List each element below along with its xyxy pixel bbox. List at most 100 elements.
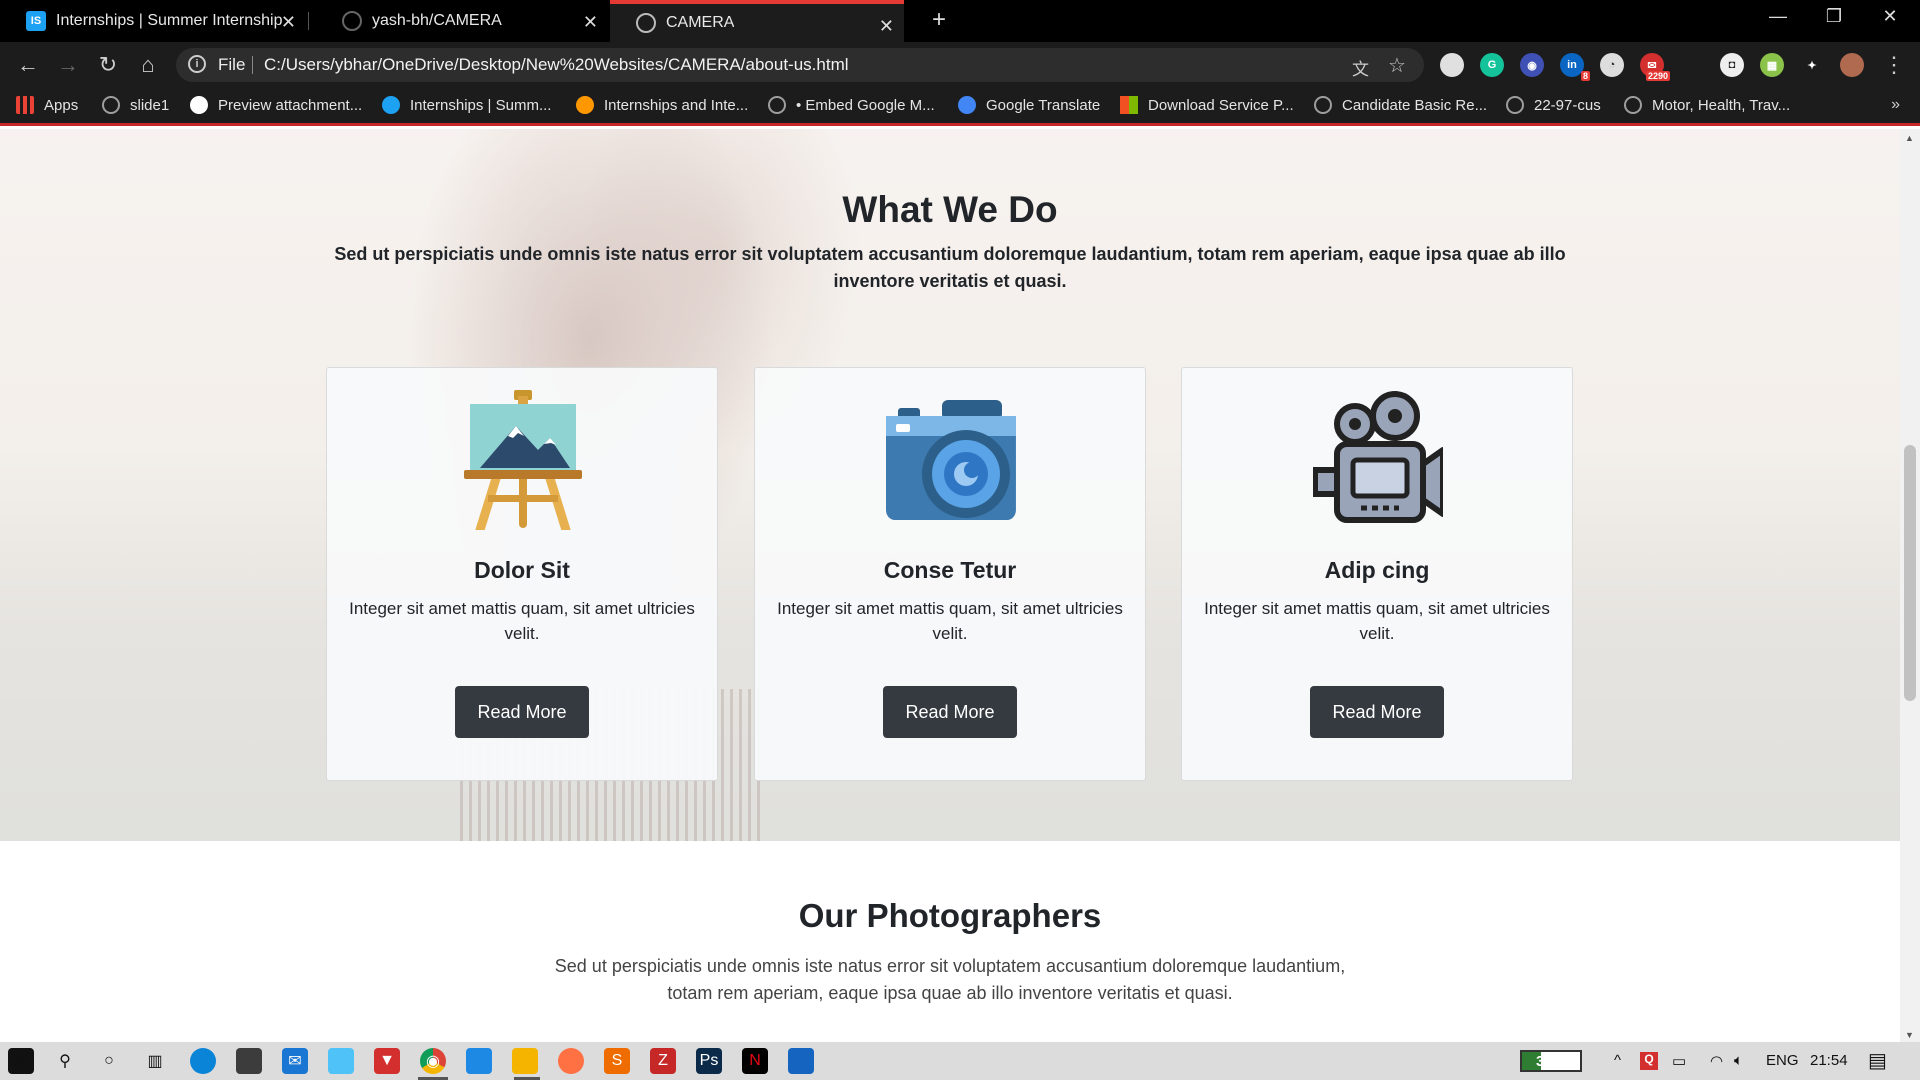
- service-card: Dolor Sit Integer sit amet mattis quam, …: [326, 367, 718, 781]
- close-window-button[interactable]: ✕: [1870, 6, 1910, 27]
- bookmark-item[interactable]: slide1: [102, 96, 169, 114]
- bookmark-star-icon[interactable]: ☆: [1388, 53, 1406, 78]
- close-tab-icon[interactable]: ✕: [879, 16, 894, 37]
- battery-indicator[interactable]: 32%: [1520, 1050, 1582, 1072]
- bookmark-item[interactable]: 22-97-cus: [1506, 96, 1601, 114]
- puzzle-icon[interactable]: ✦: [1800, 53, 1824, 77]
- bookmark-label: • Embed Google M...: [796, 96, 935, 114]
- tab-title: CAMERA: [666, 14, 735, 31]
- search-icon[interactable]: ⚲: [52, 1048, 78, 1074]
- folder-3d-icon[interactable]: [328, 1048, 354, 1074]
- tab-camera-active[interactable]: CAMERA ✕: [610, 0, 904, 42]
- bookmark-item[interactable]: Motor, Health, Trav...: [1624, 96, 1790, 114]
- instagram-icon[interactable]: ◘: [1720, 53, 1744, 77]
- scroll-up-arrow-icon[interactable]: ▲: [1905, 133, 1914, 143]
- file-explorer-icon[interactable]: [512, 1048, 538, 1074]
- mail-extension-icon[interactable]: ✉ 2290: [1640, 53, 1670, 81]
- bookmark-item[interactable]: Download Service P...: [1120, 96, 1294, 114]
- extension-badge: 2290: [1645, 71, 1670, 81]
- battery-tray-icon[interactable]: ▭: [1672, 1052, 1686, 1070]
- globe-icon: [1506, 96, 1524, 114]
- read-more-button[interactable]: Read More: [1310, 686, 1444, 738]
- chrome-icon[interactable]: ◉: [420, 1048, 446, 1074]
- close-tab-icon[interactable]: ✕: [583, 12, 598, 33]
- firefox-icon[interactable]: [558, 1048, 584, 1074]
- read-more-button[interactable]: Read More: [455, 686, 589, 738]
- globe-icon: [1314, 96, 1332, 114]
- bookmark-label: 22-97-cus: [1534, 96, 1601, 114]
- volume-icon[interactable]: 🔈︎: [1734, 1052, 1743, 1069]
- globe-icon: [102, 96, 120, 114]
- owl-extension-icon[interactable]: ◉: [1520, 53, 1544, 77]
- language-indicator[interactable]: ENG: [1766, 1052, 1799, 1069]
- bookmark-item[interactable]: Internships and Inte...: [576, 96, 748, 114]
- start-windows-icon[interactable]: ⊞: [8, 1048, 34, 1074]
- translate-icon[interactable]: 文: [1352, 55, 1369, 80]
- grammarly-icon[interactable]: G: [1480, 53, 1504, 77]
- download-app-icon[interactable]: ▼: [374, 1048, 400, 1074]
- site-info-icon[interactable]: i: [188, 55, 206, 73]
- mail-icon[interactable]: ✉: [282, 1048, 308, 1074]
- bookmark-item[interactable]: Google Translate: [958, 96, 1100, 114]
- github-icon: [342, 11, 362, 31]
- circle-extension-icon[interactable]: [1440, 53, 1464, 77]
- home-button[interactable]: ⌂: [134, 52, 162, 78]
- new-tab-button[interactable]: +: [924, 6, 954, 34]
- tab-github[interactable]: yash-bh/CAMERA ✕: [316, 0, 608, 42]
- movie-camera-icon: [1313, 391, 1443, 523]
- card-title: Dolor Sit: [474, 557, 570, 583]
- bookmark-label: slide1: [130, 96, 170, 114]
- bookmark-item[interactable]: Apps: [16, 96, 78, 114]
- bookmark-item[interactable]: Internships | Summ...: [382, 96, 551, 114]
- scroll-down-arrow-icon[interactable]: ▼: [1905, 1030, 1914, 1040]
- read-more-button[interactable]: Read More: [883, 686, 1017, 738]
- task-view-icon[interactable]: ▥: [142, 1048, 168, 1074]
- linkedin-icon[interactable]: in 8: [1560, 53, 1590, 81]
- bookmark-label: Google Translate: [986, 96, 1101, 114]
- bookmarks-bar: Apps slide1 Preview attachment... Internshi…: [0, 88, 1920, 126]
- forward-button[interactable]: →: [54, 52, 82, 78]
- photos-icon[interactable]: [788, 1048, 814, 1074]
- vscode-icon[interactable]: [466, 1048, 492, 1074]
- edge-icon[interactable]: [190, 1048, 216, 1074]
- clock-time[interactable]: 21:54: [1810, 1052, 1848, 1069]
- bookmark-label: Internships | Summ...: [410, 96, 552, 114]
- browser-menu-icon[interactable]: ⋮: [1880, 52, 1908, 78]
- page-scrollbar[interactable]: ▲ ▼: [1900, 129, 1920, 1042]
- tab-internships[interactable]: IS Internships | Summer Internship ✕: [0, 0, 306, 42]
- store-icon[interactable]: [236, 1048, 262, 1074]
- bookmarks-overflow-icon[interactable]: »: [1891, 96, 1900, 114]
- cortana-icon[interactable]: ○: [96, 1048, 122, 1074]
- service-card: Adip cing Integer sit amet mattis quam, …: [1181, 367, 1573, 781]
- close-tab-icon[interactable]: ✕: [281, 12, 296, 33]
- google-icon: [190, 96, 208, 114]
- wifi-icon[interactable]: ◠: [1710, 1052, 1723, 1070]
- card-text: Integer sit amet mattis quam, sit amet u…: [777, 599, 1123, 643]
- page-viewport: What We Do Sed ut perspiciatis unde omni…: [0, 129, 1900, 1042]
- photoshop-icon[interactable]: Ps: [696, 1048, 722, 1074]
- sublime-icon[interactable]: S: [604, 1048, 630, 1074]
- notifications-icon[interactable]: ▤: [1868, 1048, 1887, 1073]
- address-bar[interactable]: i File C:/Users/ybhar/OneDrive/Desktop/N…: [176, 48, 1424, 82]
- color-extension-icon[interactable]: ▦: [1760, 53, 1784, 77]
- speed-extension-icon[interactable]: ◔: [1600, 53, 1624, 77]
- bookmark-item[interactable]: • Embed Google M...: [768, 96, 935, 114]
- tray-overflow-icon[interactable]: ^: [1614, 1052, 1621, 1069]
- reload-button[interactable]: ↻: [94, 52, 122, 78]
- bookmark-label: Internships and Inte...: [604, 96, 749, 114]
- bookmark-item[interactable]: Preview attachment...: [190, 96, 362, 114]
- scheme-label: File: [218, 55, 246, 74]
- globe-icon: [768, 96, 786, 114]
- is-logo-icon: [382, 96, 400, 114]
- filezilla-icon[interactable]: Z: [650, 1048, 676, 1074]
- profile-avatar[interactable]: [1840, 53, 1864, 77]
- bookmark-item[interactable]: Candidate Basic Re...: [1314, 96, 1487, 114]
- minimize-button[interactable]: —: [1758, 6, 1798, 27]
- scrollbar-thumb[interactable]: [1904, 445, 1916, 701]
- netflix-icon[interactable]: N: [742, 1048, 768, 1074]
- quick-heal-icon[interactable]: Q: [1640, 1052, 1658, 1070]
- easel-painting-icon: [464, 390, 582, 530]
- url-text[interactable]: C:/Users/ybhar/OneDrive/Desktop/New%20We…: [264, 55, 849, 75]
- restore-button[interactable]: ❐: [1814, 6, 1854, 27]
- back-button[interactable]: ←: [14, 52, 42, 78]
